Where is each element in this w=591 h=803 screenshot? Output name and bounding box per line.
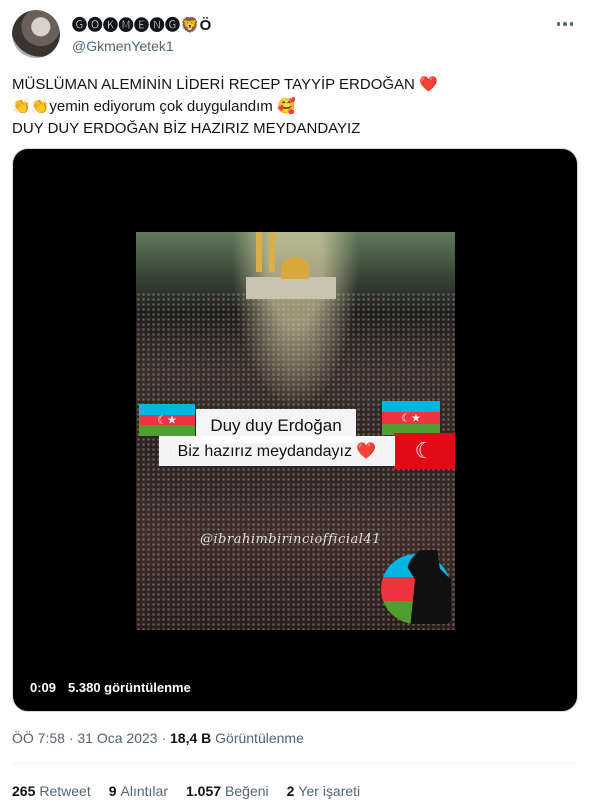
bookmarks-label: Yer işareti (298, 783, 361, 799)
tweet-line: MÜSLÜMAN ALEMİNİN LİDERİ RECEP TAYYİP ER… (12, 76, 438, 93)
tweet-stats: 265 Retweet 9 Alıntılar 1.057 Beğeni 2 Yer i… (12, 783, 360, 799)
video-frame[interactable]: ☾★ ☾★ ☾ Duy duy Erdoğan Biz hazırız meyd… (136, 232, 455, 630)
likes-label: Beğeni (225, 783, 269, 799)
azerbaijan-flag-icon: ☾★ (382, 401, 440, 435)
tweet-text: MÜSLÜMAN ALEMİNİN LİDERİ RECEP TAYYİP ER… (12, 74, 572, 140)
divider (12, 763, 578, 764)
retweets-link[interactable]: 265 Retweet (12, 783, 91, 799)
minaret-left (256, 232, 262, 272)
video-watermark: @ibrahimbirinciofficial41 (200, 532, 381, 547)
tweet-header: 🅖🅞🅚🅜🅔🅝🅖🦁Ö @GkmenYetek1 (12, 10, 579, 60)
bookmarks-count: 2 (286, 783, 295, 799)
tweet-meta: ÖÖ 7:58 · 31 Oca 2023 · 18,4 B Görüntüle… (12, 730, 304, 746)
video-player[interactable]: ☾★ ☾★ ☾ Duy duy Erdoğan Biz hazırız meyd… (12, 148, 578, 712)
video-stats: 0:09 5.380 görüntülenme (30, 680, 191, 695)
likes-link[interactable]: 1.057 Beğeni (186, 783, 269, 799)
more-horizontal-icon[interactable] (553, 14, 577, 34)
retweets-label: Retweet (39, 783, 91, 799)
likes-count: 1.057 (185, 783, 222, 799)
avatar[interactable] (12, 10, 60, 58)
tweet-line: DUY DUY ERDOĞAN BİZ HAZIRIZ MEYDANDAYIZ (12, 120, 361, 137)
tweet-views-label: Görüntülenme (215, 730, 304, 746)
user-handle[interactable]: @GkmenYetek1 (72, 38, 212, 54)
shrine-building (246, 277, 336, 299)
author-names[interactable]: 🅖🅞🅚🅜🅔🅝🅖🦁Ö @GkmenYetek1 (72, 14, 212, 54)
retweets-count: 265 (12, 783, 36, 799)
display-name[interactable]: 🅖🅞🅚🅜🅔🅝🅖🦁Ö (72, 14, 212, 35)
turkey-flag-icon: ☾ (394, 433, 455, 469)
quotes-label: Alıntılar (120, 783, 168, 799)
tweet-line: 👏👏yemin ediyorum çok duygulandım 🥰 (12, 98, 296, 115)
video-time: 0:09 (30, 680, 57, 695)
minaret-right (269, 232, 275, 272)
tweet-date[interactable]: 31 Oca 2023 (77, 730, 157, 746)
video-caption-line2: Biz hazırız meydandayız ❤️ (159, 436, 395, 466)
video-views: 5.380 görüntülenme (68, 680, 191, 695)
quotes-count: 9 (108, 783, 117, 799)
golden-dome (281, 257, 309, 279)
azerbaijan-flag-icon: ☾★ (139, 404, 195, 436)
quotes-link[interactable]: 9 Alıntılar (109, 783, 168, 799)
tweet-time[interactable]: ÖÖ 7:58 (12, 730, 65, 746)
tweet-views-count: 18,4 B (170, 730, 212, 746)
bookmarks-link[interactable]: 2 Yer işareti (287, 783, 361, 799)
